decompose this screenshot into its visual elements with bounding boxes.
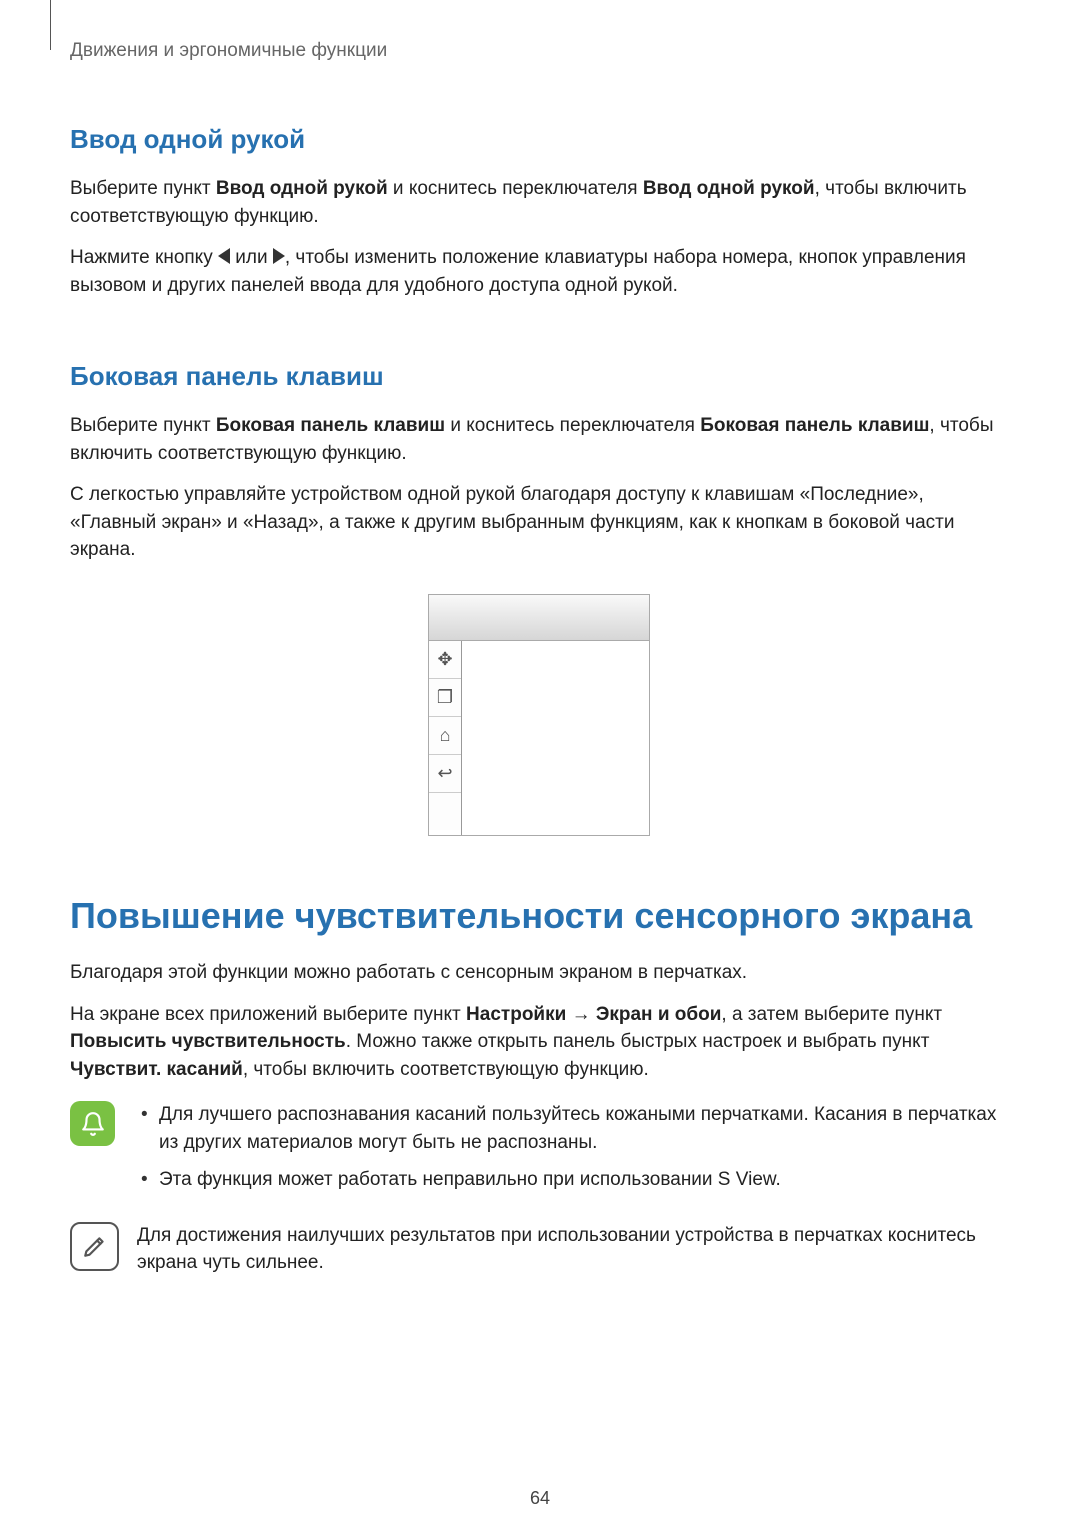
bold-text: Ввод одной рукой	[216, 178, 388, 199]
empty-cell	[429, 793, 461, 830]
recent-apps-icon: ❐	[429, 679, 461, 717]
text: или	[230, 247, 273, 268]
section2-paragraph-2: С легкостью управляйте устройством одной…	[70, 481, 1008, 564]
heading-side-key-panel: Боковая панель клавиш	[70, 361, 1008, 392]
heading-touch-sensitivity: Повышение чувствительности сенсорного эк…	[70, 894, 1008, 937]
back-icon: ↩	[429, 755, 461, 793]
bold-text: Ввод одной рукой	[643, 178, 815, 199]
section1-paragraph-1: Выберите пункт Ввод одной рукой и коснит…	[70, 175, 1008, 230]
arrow-left-icon	[218, 248, 230, 264]
arrow-right-icon	[273, 248, 285, 264]
bold-text: Экран и обои	[596, 1004, 722, 1025]
home-icon: ⌂	[429, 717, 461, 755]
bold-text: Повысить чувствительность	[70, 1031, 346, 1052]
margin-rule	[50, 0, 51, 50]
text: Выберите пункт	[70, 178, 216, 199]
note-block-tip: Для достижения наилучших результатов при…	[70, 1222, 1008, 1277]
bold-text: Настройки	[466, 1004, 566, 1025]
note-pen-icon	[70, 1222, 119, 1271]
section1-paragraph-2: Нажмите кнопку или , чтобы изменить поло…	[70, 244, 1008, 299]
bell-icon	[70, 1101, 115, 1146]
note-text: Для достижения наилучших результатов при…	[137, 1222, 1008, 1277]
text: На экране всех приложений выберите пункт	[70, 1004, 466, 1025]
heading-one-hand-input: Ввод одной рукой	[70, 124, 1008, 155]
tip-item: Для лучшего распознавания касаний пользу…	[153, 1101, 1008, 1156]
text: , а затем выберите пункт	[721, 1004, 942, 1025]
tip-item: Эта функция может работать неправильно п…	[153, 1166, 1008, 1194]
section3-paragraph-1: Благодаря этой функции можно работать с …	[70, 959, 1008, 987]
phone-statusbar	[429, 595, 649, 641]
phone-content-area	[462, 641, 649, 835]
text: . Можно также открыть панель быстрых нас…	[346, 1031, 930, 1052]
breadcrumb: Движения и эргономичные функции	[70, 40, 1008, 62]
bold-text: Чувствит. касаний	[70, 1059, 243, 1080]
phone-side-toolbar: ✥ ❐ ⌂ ↩	[429, 641, 462, 835]
phone-figure: ✥ ❐ ⌂ ↩	[70, 594, 1008, 836]
text: Нажмите кнопку	[70, 247, 218, 268]
text: и коснитесь переключателя	[445, 415, 700, 436]
section3-paragraph-2: На экране всех приложений выберите пункт…	[70, 1001, 1008, 1084]
note-block-important: Для лучшего распознавания касаний пользу…	[70, 1101, 1008, 1204]
text: Выберите пункт	[70, 415, 216, 436]
page-number: 64	[0, 1488, 1080, 1509]
text: , чтобы включить соответствующую функцию…	[243, 1059, 649, 1080]
text: и коснитесь переключателя	[388, 178, 643, 199]
bold-text: Боковая панель клавиш	[216, 415, 445, 436]
bold-text: Боковая панель клавиш	[700, 415, 929, 436]
move-icon: ✥	[429, 641, 461, 679]
arrow-right-text: →	[566, 1004, 596, 1025]
section2-paragraph-1: Выберите пункт Боковая панель клавиш и к…	[70, 412, 1008, 467]
